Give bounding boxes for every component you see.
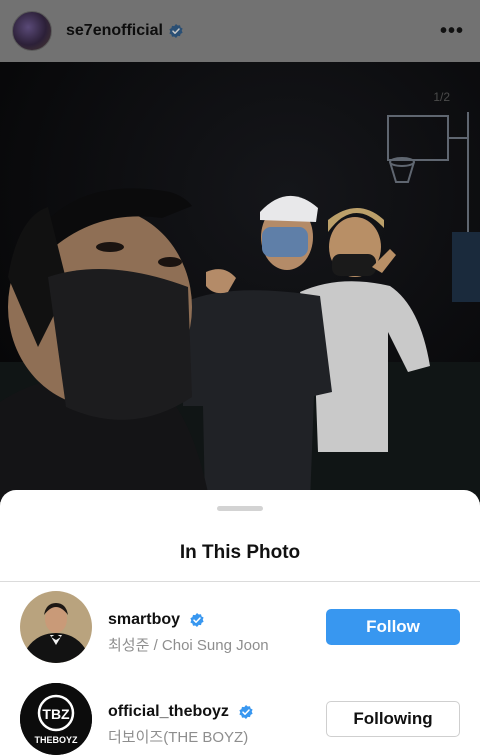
verified-badge-icon — [169, 24, 183, 38]
follow-button[interactable]: Follow — [326, 609, 460, 645]
tagged-username[interactable]: official_theboyz — [108, 703, 254, 721]
verified-badge-icon — [239, 704, 253, 719]
logo-text: THEBOYZ — [34, 735, 78, 745]
profile-avatar[interactable] — [12, 11, 52, 51]
divider — [0, 581, 480, 582]
post-username[interactable]: se7enofficial — [66, 22, 163, 40]
avatar[interactable] — [20, 591, 92, 663]
tagged-fullname: 최성준 / Choi Sung Joon — [108, 637, 269, 654]
post-photo[interactable]: 1/2 — [0, 62, 480, 502]
photo-image — [0, 62, 480, 502]
sheet-title: In This Photo — [179, 542, 301, 563]
tagged-fullname: 더보이즈(THE BOYZ) — [108, 729, 249, 746]
smartboy-avatar-image — [20, 591, 92, 663]
avatar[interactable]: TBZ THEBOYZ — [20, 683, 92, 755]
tagged-people-sheet: In This Photo smartboy 최성준 / Choi Sung J… — [0, 490, 480, 755]
following-button[interactable]: Following — [326, 701, 460, 737]
sheet-grabber[interactable] — [217, 506, 263, 511]
tagged-person-row[interactable]: TBZ THEBOYZ official_theboyz 더보이즈(THE BO… — [0, 683, 480, 755]
theboyz-logo-image: TBZ THEBOYZ — [20, 683, 92, 755]
logo-mark: TBZ — [42, 706, 70, 722]
tagged-person-row[interactable]: smartboy 최성준 / Choi Sung Joon Follow — [0, 591, 480, 671]
verified-badge-icon — [190, 612, 205, 627]
photo-counter: 1/2 — [433, 90, 450, 104]
tagged-username[interactable]: smartboy — [108, 611, 205, 629]
more-horizontal-icon[interactable]: ••• — [440, 20, 464, 43]
post-header: se7enofficial ••• — [0, 0, 480, 62]
